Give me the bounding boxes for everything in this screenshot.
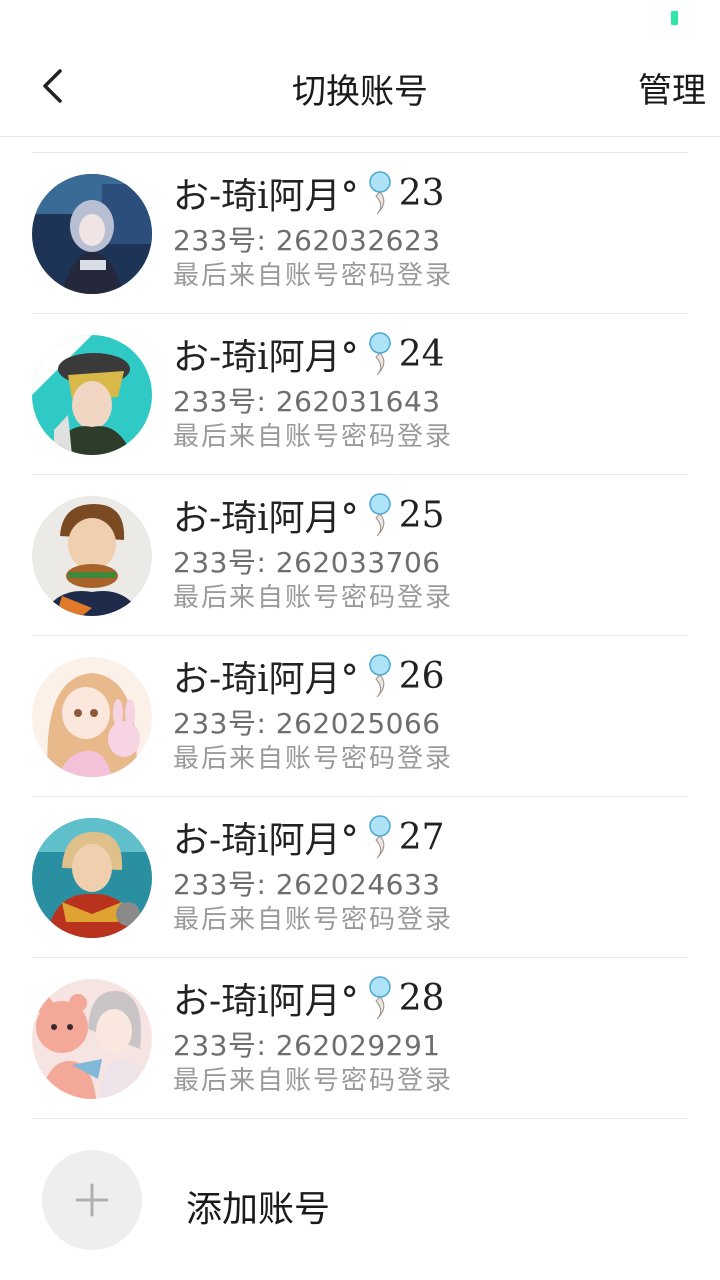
avatar-anime-dark-hair-icon — [32, 174, 152, 294]
avatar-anime-bunny-icon — [32, 657, 152, 777]
page-title: 切换账号 — [292, 72, 428, 112]
account-id: 233号: 262024633 — [173, 868, 441, 901]
avatar-anime-bear-icon — [32, 979, 152, 1099]
battery-icon — [671, 11, 678, 25]
avatar — [32, 174, 152, 294]
account-suffix: 23 — [398, 172, 445, 214]
wind-chime-icon — [368, 654, 391, 698]
account-id: 233号: 262029291 — [173, 1029, 441, 1062]
account-item[interactable]: お-琦i阿月° 23 233号: 262032623 最后来自账号密码登录 — [32, 153, 688, 314]
wind-chime-icon — [368, 332, 391, 376]
account-item[interactable]: お-琦i阿月° 27 233号: 262024633 最后来自账号密码登录 — [32, 797, 688, 958]
account-name: お-琦i阿月° — [173, 659, 359, 700]
account-suffix: 25 — [398, 494, 445, 536]
add-account-button[interactable]: 添加账号 — [42, 1150, 682, 1250]
account-name: お-琦i阿月° — [173, 498, 359, 539]
plus-icon — [75, 1183, 109, 1217]
account-suffix: 24 — [398, 333, 445, 375]
account-id: 233号: 262032623 — [173, 224, 441, 257]
account-name: お-琦i阿月° — [173, 176, 359, 217]
last-login-method: 最后来自账号密码登录 — [173, 905, 454, 935]
avatar-anime-burger-icon — [32, 496, 152, 616]
account-suffix: 27 — [398, 816, 445, 858]
navigation-bar: 切换账号 管理 — [0, 36, 720, 137]
manage-button[interactable]: 管理 — [638, 63, 706, 112]
avatar-anime-armor-icon — [32, 818, 152, 938]
last-login-method: 最后来自账号密码登录 — [173, 1066, 454, 1096]
last-login-method: 最后来自账号密码登录 — [173, 583, 454, 613]
avatar — [32, 496, 152, 616]
last-login-method: 最后来自账号密码登录 — [173, 422, 454, 452]
account-suffix: 28 — [398, 977, 445, 1019]
wind-chime-icon — [368, 815, 391, 859]
avatar — [32, 818, 152, 938]
wind-chime-icon — [368, 976, 391, 1020]
account-item[interactable]: お-琦i阿月° 25 233号: 262033706 最后来自账号密码登录 — [32, 475, 688, 636]
account-id: 233号: 262031643 — [173, 385, 441, 418]
account-suffix: 26 — [398, 655, 445, 697]
account-name: お-琦i阿月° — [173, 820, 359, 861]
avatar — [32, 335, 152, 455]
wind-chime-icon — [368, 171, 391, 215]
account-item[interactable]: お-琦i阿月° 26 233号: 262025066 最后来自账号密码登录 — [32, 636, 688, 797]
wind-chime-icon — [368, 493, 391, 537]
account-id: 233号: 262025066 — [173, 707, 441, 740]
account-name: お-琦i阿月° — [173, 337, 359, 378]
add-account-circle[interactable] — [42, 1150, 142, 1250]
account-name: お-琦i阿月° — [173, 981, 359, 1022]
status-bar — [0, 0, 720, 36]
last-login-method: 最后来自账号密码登录 — [173, 744, 454, 774]
avatar-anime-cap-icon — [32, 335, 152, 455]
avatar — [32, 979, 152, 1099]
avatar — [32, 657, 152, 777]
account-item[interactable]: お-琦i阿月° 28 233号: 262029291 最后来自账号密码登录 — [32, 958, 688, 1119]
account-list: お-琦i阿月° 23 233号: 262032623 最后来自账号密码登录 お-… — [32, 152, 688, 1119]
account-id: 233号: 262033706 — [173, 546, 441, 579]
add-account-label: 添加账号 — [186, 1189, 331, 1230]
account-item[interactable]: お-琦i阿月° 24 233号: 262031643 最后来自账号密码登录 — [32, 314, 688, 475]
last-login-method: 最后来自账号密码登录 — [173, 261, 454, 291]
